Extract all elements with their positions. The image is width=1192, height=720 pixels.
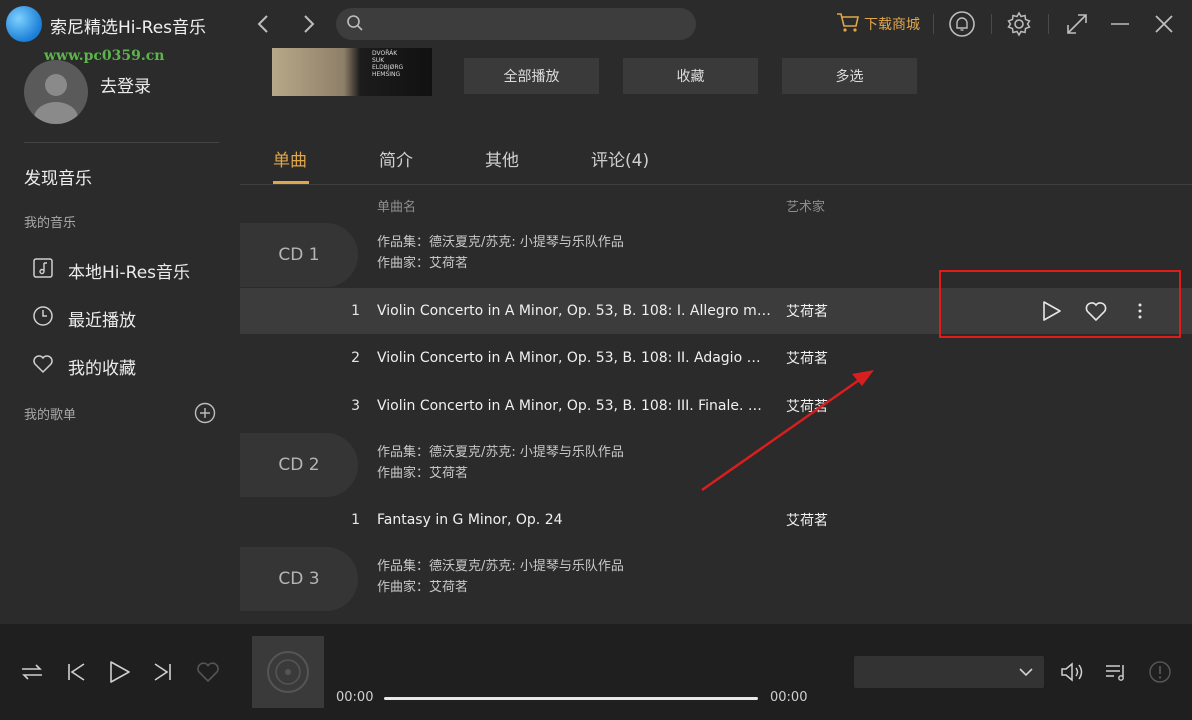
heart-icon[interactable] [194, 658, 222, 686]
app-logo-icon [6, 6, 42, 42]
track-number: 2 [351, 350, 360, 366]
track-artist[interactable]: 艾荷茗 [786, 348, 828, 368]
download-store-link[interactable]: 下载商城 [836, 11, 920, 37]
track-number: 3 [351, 398, 360, 414]
close-icon[interactable] [1150, 10, 1178, 38]
tab-comments[interactable]: 评论(4) [591, 146, 649, 171]
track-number: 1 [351, 512, 360, 528]
divider [1048, 14, 1049, 34]
disc-meta: 作品集：德沃夏克/苏克: 小提琴与乐队作品 作曲家：艾荷茗 [377, 232, 624, 274]
sidebar: 去登录 发现音乐 我的音乐 本地Hi-Res音乐 最近播放 我的收藏 我的歌单 [0, 48, 240, 624]
player-bar: 00:00 00:00 [0, 624, 1192, 720]
track-artist[interactable]: 艾荷茗 [786, 396, 828, 416]
album-cover-text: DVOŘÁK SUK ELDBJØRG HEMSING [372, 50, 404, 78]
chevron-down-icon [1014, 660, 1038, 688]
sidebar-item-favorites[interactable]: 我的收藏 [32, 350, 136, 382]
fullscreen-icon[interactable] [1063, 10, 1091, 38]
current-time: 00:00 [336, 690, 374, 705]
divider [933, 14, 934, 34]
tab-singles[interactable]: 单曲 [273, 146, 307, 171]
avatar[interactable] [24, 60, 88, 124]
search-input[interactable] [336, 8, 696, 40]
my-playlists-heading: 我的歌单 [24, 408, 77, 423]
disc-badge: CD 2 [240, 433, 358, 497]
collect-button[interactable]: 收藏 [623, 58, 758, 94]
play-all-button[interactable]: 全部播放 [464, 58, 599, 94]
disc-album: 作品集：德沃夏克/苏克: 小提琴与乐队作品 [377, 235, 624, 250]
track-row[interactable]: 2 Violin Concerto in A Minor, Op. 53, B.… [240, 335, 1192, 381]
disc-icon [267, 651, 309, 693]
track-title[interactable]: Violin Concerto in A Minor, Op. 53, B. 1… [377, 303, 771, 319]
track-artist[interactable]: 艾荷茗 [786, 301, 828, 321]
now-playing-cover[interactable] [252, 636, 324, 708]
total-time: 00:00 [770, 690, 808, 705]
sidebar-item-label: 本地Hi-Res音乐 [68, 262, 191, 283]
disc-album: 作品集：德沃夏克/苏克: 小提琴与乐队作品 [377, 445, 624, 460]
sidebar-item-local-hires[interactable]: 本地Hi-Res音乐 [32, 254, 190, 286]
clock-icon [32, 305, 54, 332]
main-panel: DVOŘÁK SUK ELDBJØRG HEMSING 全部播放 收藏 多选 单… [240, 48, 1192, 624]
track-number: 1 [351, 303, 360, 319]
disc-badge: CD 3 [240, 547, 358, 611]
column-header-artist: 艺术家 [786, 200, 826, 215]
volume-icon[interactable] [1058, 658, 1086, 686]
quality-select[interactable] [854, 656, 1044, 688]
back-arrow-icon[interactable] [250, 10, 278, 38]
watermark-text: www.pc0359.cn [44, 48, 165, 64]
add-playlist-icon[interactable] [194, 402, 216, 424]
track-title[interactable]: Violin Concerto in A Minor, Op. 53, B. 1… [377, 350, 771, 366]
active-tab-indicator [273, 181, 309, 184]
repeat-icon[interactable] [18, 658, 46, 686]
sidebar-item-label: 最近播放 [68, 310, 136, 331]
disc-badge: CD 1 [240, 223, 358, 287]
notification-bell-icon[interactable] [948, 10, 976, 38]
minimize-icon[interactable] [1106, 10, 1134, 38]
disc-meta: 作品集：德沃夏克/苏克: 小提琴与乐队作品 作曲家：艾荷茗 [377, 442, 624, 484]
settings-gear-icon[interactable] [1005, 10, 1033, 38]
track-row[interactable]: 3 Violin Concerto in A Minor, Op. 53, B.… [240, 383, 1192, 429]
login-link[interactable]: 去登录 [100, 72, 151, 97]
divider [24, 142, 219, 143]
play-icon[interactable] [105, 658, 133, 686]
tab-other[interactable]: 其他 [485, 146, 519, 171]
divider [991, 14, 992, 34]
app-title: 索尼精选Hi-Res音乐 [50, 18, 207, 38]
disc-album: 作品集：德沃夏克/苏克: 小提琴与乐队作品 [377, 559, 624, 574]
next-icon[interactable] [149, 658, 177, 686]
disc-composer: 作曲家：艾荷茗 [377, 256, 469, 271]
music-file-icon [32, 257, 54, 284]
store-label: 下载商城 [864, 17, 920, 33]
sidebar-item-recent[interactable]: 最近播放 [32, 302, 136, 334]
info-icon[interactable] [1146, 658, 1174, 686]
search-icon [346, 14, 364, 36]
column-header-title: 单曲名 [377, 200, 417, 215]
annotation-highlight-box [939, 270, 1181, 338]
disc-composer: 作曲家：艾荷茗 [377, 580, 469, 595]
track-title[interactable]: Violin Concerto in A Minor, Op. 53, B. 1… [377, 398, 771, 414]
title-bar: 索尼精选Hi-Res音乐 下载商城 [0, 0, 1192, 48]
track-artist[interactable]: 艾荷茗 [786, 510, 828, 530]
track-title[interactable]: Fantasy in G Minor, Op. 24 [377, 512, 771, 528]
disc-composer: 作曲家：艾荷茗 [377, 466, 469, 481]
previous-icon[interactable] [62, 658, 90, 686]
forward-arrow-icon[interactable] [294, 10, 322, 38]
cart-icon [836, 11, 860, 37]
playlist-icon[interactable] [1102, 658, 1130, 686]
tab-intro[interactable]: 简介 [379, 146, 413, 171]
album-cover: DVOŘÁK SUK ELDBJØRG HEMSING [272, 48, 432, 96]
track-row[interactable]: 1 Fantasy in G Minor, Op. 24 艾荷茗 [240, 497, 1192, 543]
heart-icon [32, 353, 54, 380]
my-music-heading: 我的音乐 [24, 216, 77, 231]
divider [240, 184, 1192, 185]
progress-bar[interactable] [384, 697, 758, 700]
sidebar-item-discover[interactable]: 发现音乐 [24, 164, 92, 189]
disc-meta: 作品集：德沃夏克/苏克: 小提琴与乐队作品 作曲家：艾荷茗 [377, 556, 624, 598]
multi-select-button[interactable]: 多选 [782, 58, 917, 94]
sidebar-item-label: 我的收藏 [68, 358, 136, 379]
